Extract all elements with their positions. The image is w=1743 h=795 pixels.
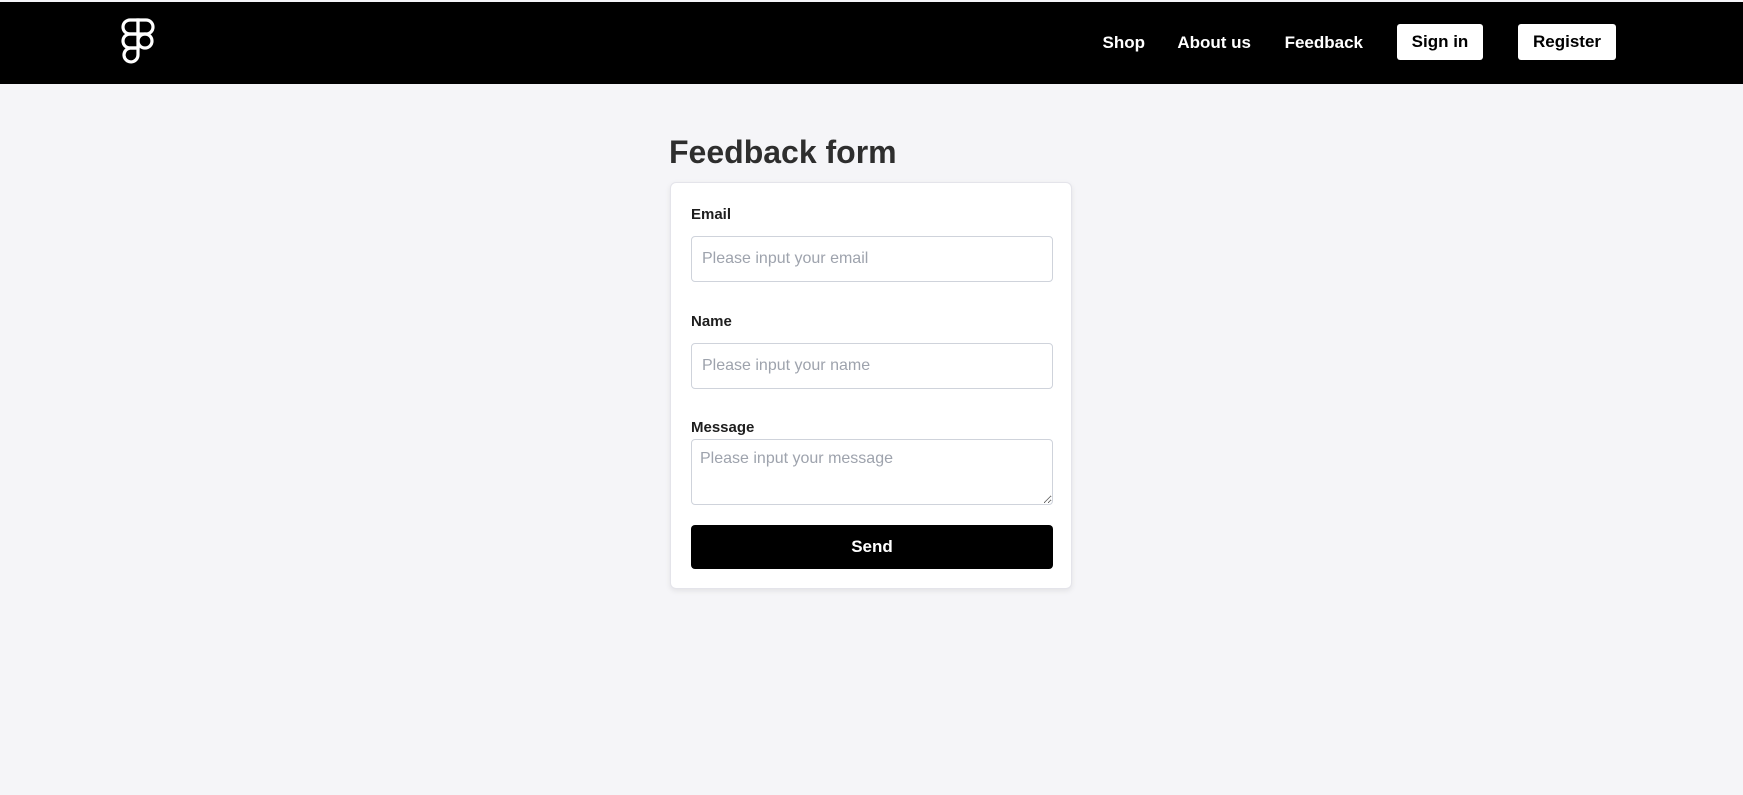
email-label: Email [691, 206, 732, 223]
feedback-form: Email Name Message Send [670, 182, 1072, 589]
send-button[interactable]: Send [691, 525, 1053, 569]
nav-link-about-us[interactable]: About us [1177, 33, 1251, 53]
message-field[interactable] [691, 439, 1053, 505]
name-field[interactable] [691, 343, 1053, 389]
register-button[interactable]: Register [1518, 24, 1616, 60]
page-title: Feedback form [669, 134, 897, 170]
nav-link-feedback[interactable]: Feedback [1285, 33, 1363, 53]
sign-in-button[interactable]: Sign in [1397, 24, 1483, 60]
top-navbar: Shop About us Feedback Sign in Register [0, 2, 1743, 84]
nav-link-shop[interactable]: Shop [1103, 33, 1146, 53]
email-field[interactable] [691, 236, 1053, 282]
name-label: Name [691, 313, 732, 330]
figma-logo-icon[interactable] [120, 18, 156, 66]
message-label: Message [691, 419, 755, 436]
